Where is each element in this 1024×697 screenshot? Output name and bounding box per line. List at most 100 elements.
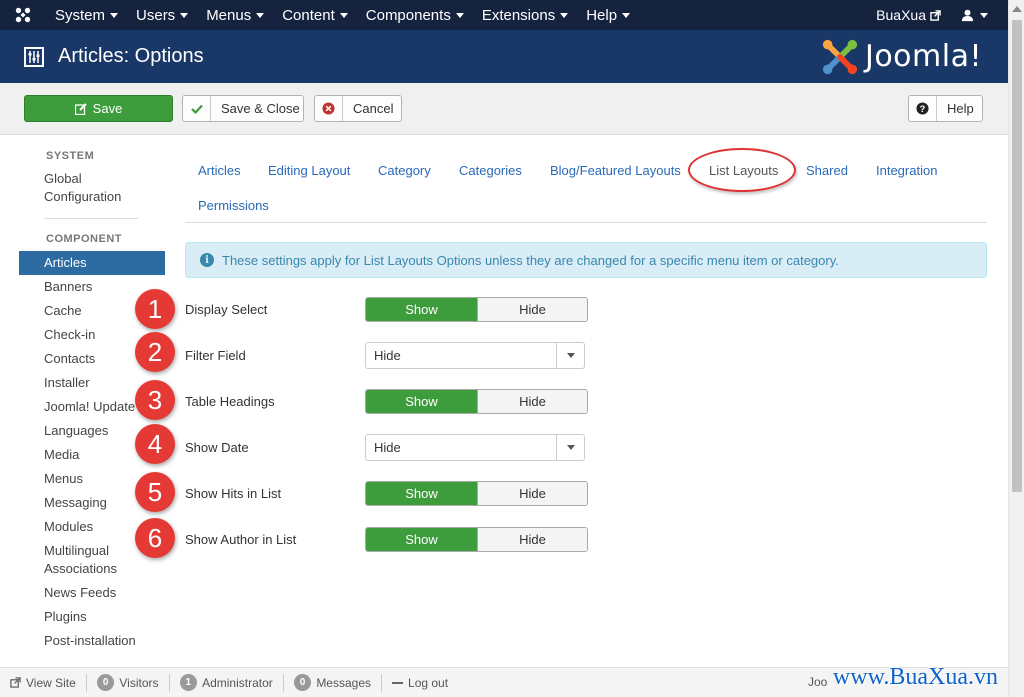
hide-option[interactable]: Hide	[477, 482, 587, 505]
save-close-label: Save & Close	[221, 101, 300, 116]
caret-down-icon	[256, 12, 265, 18]
caret-down-icon	[339, 12, 348, 18]
visitors-count-badge: 0	[96, 674, 115, 691]
menu-extensions-label: Extensions	[481, 6, 556, 24]
help-label: Help	[947, 101, 974, 116]
save-label: Save	[92, 101, 123, 116]
user-menu[interactable]	[953, 9, 1008, 22]
messages-link[interactable]: 0 Messages	[284, 673, 383, 692]
caret-down-icon	[622, 12, 631, 18]
joomla-brand: Joomla!	[821, 38, 982, 76]
highlight-circle	[688, 148, 796, 192]
tab-articles[interactable]: Articles	[198, 163, 241, 178]
external-link-icon	[930, 9, 941, 21]
logout-link[interactable]: Log out	[382, 674, 458, 692]
menu-system[interactable]: System	[46, 0, 127, 30]
save-button[interactable]: Save	[24, 95, 173, 122]
tab-permissions[interactable]: Permissions	[198, 198, 269, 213]
menu-components[interactable]: Components	[357, 0, 473, 30]
save-close-button[interactable]: Save & Close	[182, 95, 304, 122]
field-label-show-hits-in-list: Show Hits in List	[185, 486, 282, 501]
sidebar-item-plugins[interactable]: Plugins	[19, 608, 165, 626]
field-label-filter-field: Filter Field	[185, 348, 246, 363]
sidebar-divider	[44, 218, 138, 219]
menu-users-label: Users	[136, 6, 176, 24]
page-title: Articles: Options	[58, 45, 204, 67]
hide-option[interactable]: Hide	[477, 528, 587, 551]
show-option[interactable]: Show	[366, 298, 477, 321]
step-number-badge: 4	[135, 424, 175, 464]
show-option[interactable]: Show	[366, 528, 477, 551]
display-select-toggle[interactable]: Show Hide	[365, 297, 588, 322]
show-hits-toggle[interactable]: Show Hide	[365, 481, 588, 506]
field-label-display-select: Display Select	[185, 302, 268, 317]
caret-down-icon	[455, 12, 464, 18]
alert-text: These settings apply for List Layouts Op…	[222, 252, 839, 268]
main-menu: System Users Menus Content Components Ex…	[46, 0, 639, 30]
field-label-show-author-in-list: Show Author in List	[185, 532, 297, 547]
sidebar-item-news-feeds[interactable]: News Feeds	[19, 584, 165, 602]
footer-text: Joo	[808, 675, 828, 689]
question-circle-icon: ?	[909, 96, 937, 121]
show-author-toggle[interactable]: Show Hide	[365, 527, 588, 552]
menu-content[interactable]: Content	[273, 0, 357, 30]
filter-field-select[interactable]: Hide	[365, 342, 585, 369]
vertical-scrollbar[interactable]	[1008, 0, 1024, 697]
joomla-logo-icon[interactable]	[0, 0, 46, 30]
view-site-label: View Site	[26, 675, 76, 690]
top-menu-bar: System Users Menus Content Components Ex…	[0, 0, 1008, 30]
hide-option[interactable]: Hide	[477, 390, 587, 413]
select-value: Hide	[374, 440, 401, 455]
external-link-icon	[10, 677, 21, 688]
cancel-button[interactable]: Cancel	[314, 95, 402, 122]
messages-count-badge: 0	[293, 674, 312, 691]
menu-components-label: Components	[365, 6, 451, 24]
table-headings-toggle[interactable]: Show Hide	[365, 389, 588, 414]
tab-integration[interactable]: Integration	[876, 163, 937, 178]
show-date-select[interactable]: Hide	[365, 434, 585, 461]
sidebar-item-articles[interactable]: Articles	[19, 251, 165, 275]
tab-editing-layout[interactable]: Editing Layout	[268, 163, 350, 178]
administrator-label: Administrator	[202, 675, 273, 690]
menu-content-label: Content	[282, 6, 335, 24]
site-link[interactable]: BuaXua	[864, 7, 953, 23]
scrollbar-thumb[interactable]	[1012, 20, 1022, 492]
menu-help-label: Help	[586, 6, 618, 24]
show-option[interactable]: Show	[366, 390, 477, 413]
sidebar-heading-system: SYSTEM	[46, 150, 95, 162]
sidebar-item-post-installation[interactable]: Post-installation	[19, 632, 165, 650]
menu-extensions[interactable]: Extensions	[473, 0, 577, 30]
show-option[interactable]: Show	[366, 482, 477, 505]
check-icon	[183, 96, 211, 121]
help-button[interactable]: ? Help	[908, 95, 983, 122]
hide-option[interactable]: Hide	[477, 298, 587, 321]
menu-help[interactable]: Help	[577, 0, 639, 30]
caret-down-icon	[180, 12, 189, 18]
menu-system-label: System	[55, 6, 106, 24]
edit-icon	[74, 102, 87, 115]
step-number-badge: 6	[135, 518, 175, 558]
site-name: BuaXua	[876, 7, 926, 23]
scroll-up-arrow-icon[interactable]	[1012, 6, 1022, 12]
watermark: www.BuaXua.vn	[832, 664, 998, 690]
sidebar-item-global-configuration[interactable]: Global Configuration	[19, 170, 165, 206]
menu-users[interactable]: Users	[127, 0, 197, 30]
options-sliders-icon	[24, 46, 44, 67]
logout-label: Log out	[408, 675, 449, 690]
tab-category[interactable]: Category	[378, 163, 431, 178]
sidebar-item-label: Global	[44, 171, 82, 186]
tab-blog-featured-layouts[interactable]: Blog/Featured Layouts	[550, 163, 681, 178]
administrator-status: 1 Administrator	[170, 673, 284, 692]
tabs-divider	[185, 222, 987, 223]
tab-shared[interactable]: Shared	[806, 163, 848, 178]
info-icon: i	[200, 253, 214, 267]
view-site-link[interactable]: View Site	[0, 673, 87, 692]
menu-menus[interactable]: Menus	[197, 0, 273, 30]
tab-categories[interactable]: Categories	[459, 163, 522, 178]
field-label-table-headings: Table Headings	[185, 394, 275, 409]
messages-label: Messages	[316, 675, 372, 690]
caret-down-icon	[980, 12, 988, 18]
user-icon	[961, 9, 974, 21]
menu-menus-label: Menus	[206, 6, 252, 24]
step-number-badge: 2	[135, 332, 175, 372]
